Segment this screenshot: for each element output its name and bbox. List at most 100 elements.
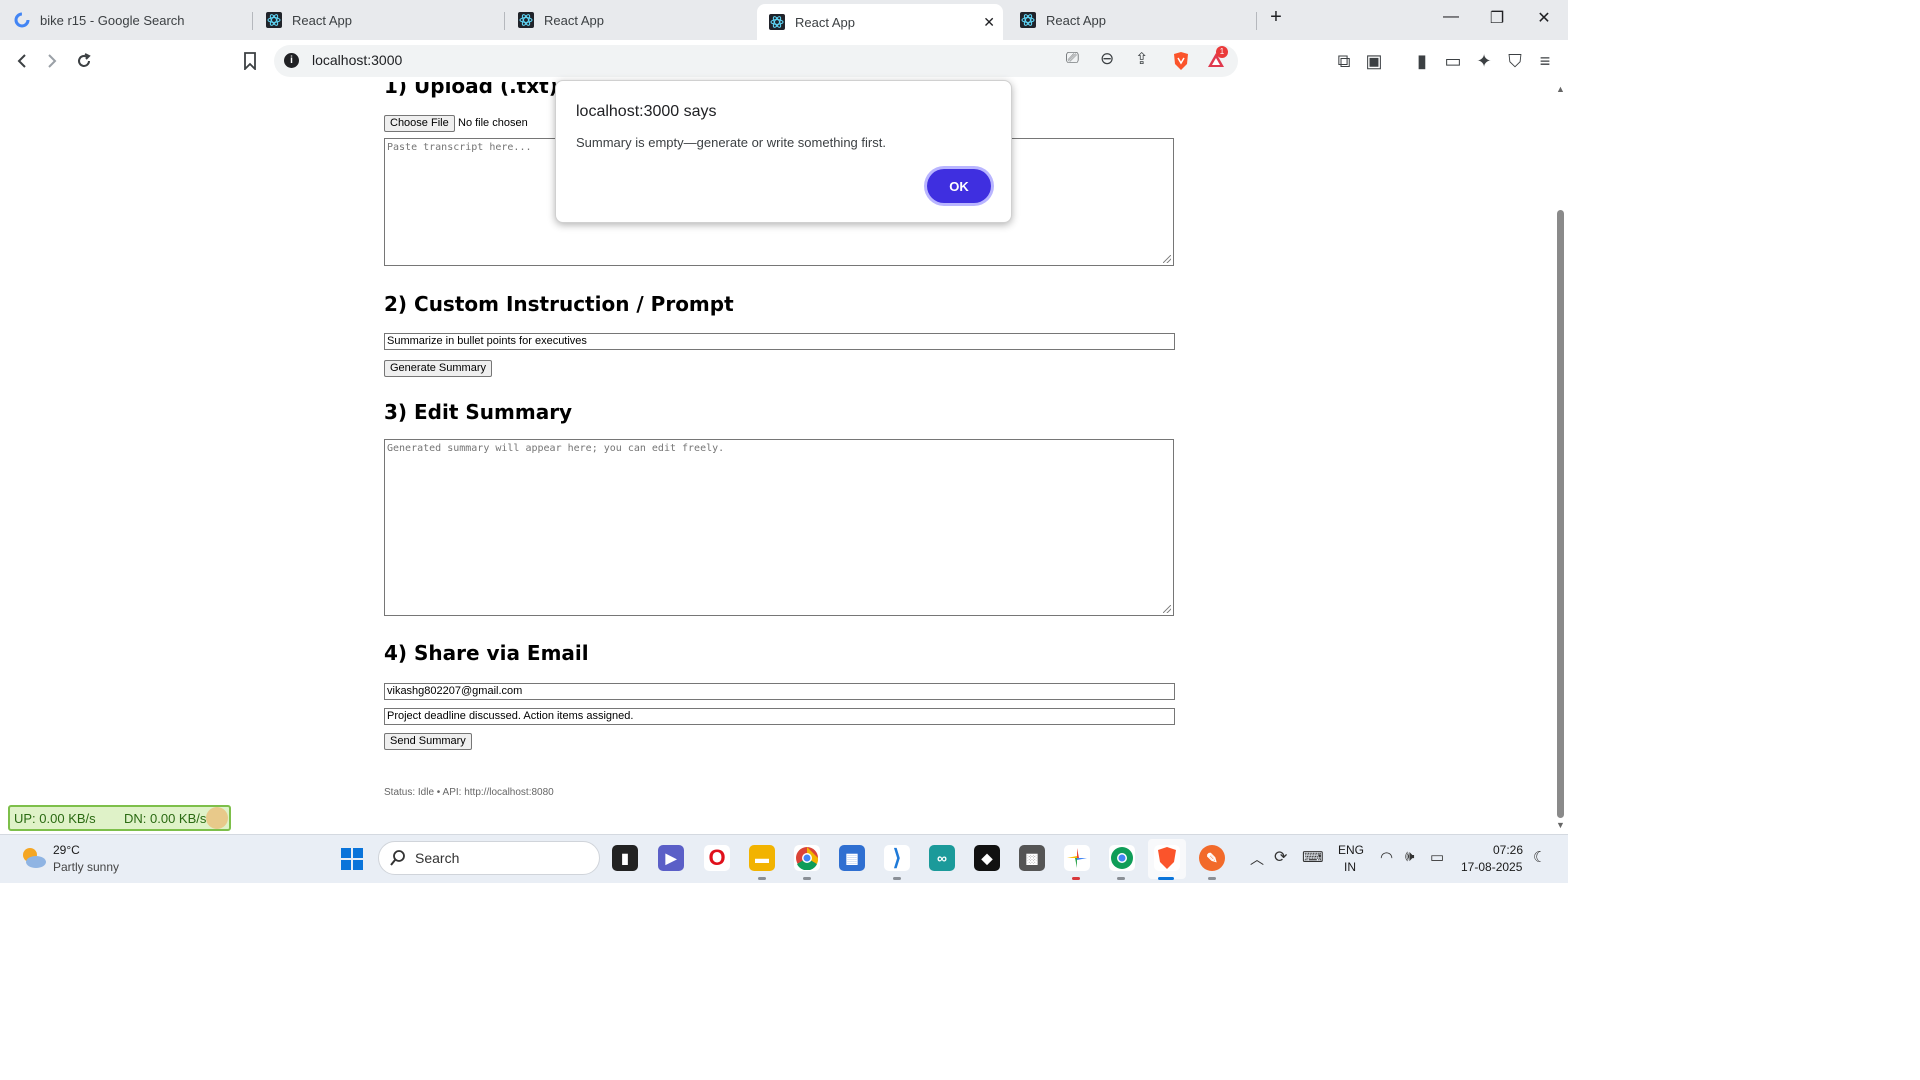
send-summary-button[interactable]: Send Summary: [384, 733, 472, 750]
transcript-placeholder: Paste transcript here...: [387, 142, 532, 153]
file-explorer-icon[interactable]: ▬: [749, 845, 775, 871]
ok-button[interactable]: OK: [927, 169, 991, 203]
lang-top[interactable]: ENG: [1338, 843, 1364, 857]
rewards-badge: 1: [1216, 46, 1228, 58]
back-icon[interactable]: [10, 49, 34, 73]
taskview-icon[interactable]: ▮: [612, 845, 638, 871]
chevron-up-icon[interactable]: ︿: [1250, 849, 1264, 869]
extensions-icon[interactable]: ⧉: [1332, 49, 1356, 73]
taskbar-search[interactable]: Search: [378, 841, 600, 875]
weather-icon[interactable]: [20, 845, 46, 871]
generate-summary-button[interactable]: Generate Summary: [384, 360, 492, 377]
search-label: Search: [415, 850, 460, 866]
tab-title: React App: [292, 12, 352, 28]
close-window-icon[interactable]: ✕: [1521, 8, 1567, 28]
sidebar-icon[interactable]: ▮: [1410, 49, 1434, 73]
forward-icon[interactable]: [40, 49, 64, 73]
react-icon: [1020, 12, 1036, 28]
teams-icon[interactable]: ▶: [658, 845, 684, 871]
postman-icon[interactable]: ✎: [1199, 845, 1225, 871]
clock-time[interactable]: 07:26: [1493, 843, 1523, 857]
tab-title: React App: [795, 14, 855, 30]
download-speed: DN: 0.00 KB/s: [124, 811, 207, 826]
status-text: Status: Idle • API: http://localhost:808…: [384, 787, 554, 798]
scroll-down-icon[interactable]: ▼: [1556, 820, 1565, 830]
section3-title: 3) Edit Summary: [384, 400, 573, 424]
tab-react-app-active[interactable]: React App ✕: [757, 4, 1003, 40]
mascot-icon: [206, 807, 228, 829]
arduino-icon[interactable]: ∞: [929, 845, 955, 871]
windows-taskbar: 29°C Partly sunny Search ▮ ▶ O ▬ ▦ ⟩ ∞ ◆…: [0, 834, 1568, 883]
weather-temp: 29°C: [53, 843, 80, 857]
address-bar[interactable]: i localhost:3000 ⎚ ⊖ ⇪ 1: [274, 45, 1238, 77]
prompt-input[interactable]: Summarize in bullet points for executive…: [384, 333, 1175, 350]
chrome-profile-icon[interactable]: [1109, 845, 1135, 871]
tab-title: React App: [544, 12, 604, 28]
section4-title: 4) Share via Email: [384, 641, 589, 665]
email-input[interactable]: vikashg802207@gmail.com: [384, 683, 1175, 700]
summary-textarea[interactable]: Generated summary will appear here; you …: [384, 439, 1174, 616]
brave-icon[interactable]: [1154, 845, 1180, 871]
lang-bottom[interactable]: IN: [1344, 860, 1356, 874]
react-icon: [518, 12, 534, 28]
minimize-icon[interactable]: —: [1428, 8, 1474, 26]
clock-date[interactable]: 17-08-2025: [1461, 860, 1522, 874]
react-icon: [266, 12, 282, 28]
close-tab-icon[interactable]: ✕: [983, 14, 995, 31]
alert-dialog: localhost:3000 says Summary is empty—gen…: [555, 80, 1012, 223]
start-icon[interactable]: [340, 847, 364, 871]
tab-title: bike r15 - Google Search: [40, 12, 185, 28]
store-icon[interactable]: ▦: [839, 845, 865, 871]
vpn-icon[interactable]: ⛉: [1503, 49, 1527, 73]
chrome-icon[interactable]: [794, 845, 820, 871]
reload-icon[interactable]: [72, 49, 96, 73]
scroll-up-icon[interactable]: ▲: [1556, 84, 1565, 94]
tab-react-app-2[interactable]: React App: [518, 4, 758, 36]
google-icon: [14, 12, 30, 28]
net-speed-meter: UP: 0.00 KB/s DN: 0.00 KB/s: [8, 805, 231, 831]
vscode-icon[interactable]: ⟩: [884, 845, 910, 871]
zoom-icon[interactable]: ⊖: [1100, 49, 1114, 69]
scroll-thumb[interactable]: [1557, 210, 1564, 818]
summary-placeholder: Generated summary will appear here; you …: [387, 443, 725, 454]
sync-icon[interactable]: ⟳: [1274, 847, 1287, 867]
subject-input[interactable]: Project deadline discussed. Action items…: [384, 708, 1175, 725]
restore-icon[interactable]: ❐: [1474, 8, 1520, 28]
photos-icon[interactable]: [1064, 845, 1090, 871]
share-icon[interactable]: ⇪: [1135, 49, 1148, 69]
cast-icon[interactable]: ⎚: [1066, 50, 1079, 68]
menu-icon[interactable]: ≡: [1533, 49, 1557, 73]
notification-icon[interactable]: ☾: [1533, 848, 1546, 866]
ai-icon[interactable]: ✦: [1472, 49, 1496, 73]
choose-file-button[interactable]: Choose File: [384, 115, 455, 132]
no-file-label: No file chosen: [458, 117, 528, 129]
dialog-title: localhost:3000 says: [576, 103, 717, 120]
leo-icon[interactable]: ▣: [1362, 49, 1386, 73]
dialog-message: Summary is empty—generate or write somet…: [576, 135, 886, 150]
battery-icon[interactable]: ▭: [1430, 848, 1444, 866]
keyboard-icon[interactable]: ⌨: [1302, 848, 1324, 866]
page-scrollbar[interactable]: ▲ ▼: [1553, 82, 1568, 834]
tab-strip: bike r15 - Google Search React App React…: [0, 0, 1568, 40]
tab-react-app-1[interactable]: React App: [266, 4, 506, 36]
tab-google-search[interactable]: bike r15 - Google Search: [14, 4, 254, 36]
bookmark-icon[interactable]: [238, 49, 262, 73]
search-icon: [389, 849, 407, 872]
tab-title: React App: [1046, 12, 1106, 28]
wallet-icon[interactable]: ▭: [1441, 49, 1465, 73]
wifi-icon[interactable]: ◠: [1380, 848, 1393, 866]
brave-shields-icon[interactable]: [1172, 51, 1190, 71]
tab-react-app-4[interactable]: React App: [1020, 4, 1260, 36]
site-info-icon[interactable]: i: [284, 53, 299, 68]
resize-handle-icon[interactable]: [1163, 605, 1171, 613]
section2-title: 2) Custom Instruction / Prompt: [384, 292, 734, 316]
opera-icon[interactable]: O: [704, 845, 730, 871]
app-icon[interactable]: ▩: [1019, 845, 1045, 871]
volume-icon[interactable]: 🕪: [1405, 848, 1414, 865]
weather-desc: Partly sunny: [53, 860, 120, 874]
figma-icon[interactable]: ◆: [974, 845, 1000, 871]
resize-handle-icon[interactable]: [1163, 255, 1171, 263]
react-icon: [769, 14, 785, 30]
brave-rewards-icon[interactable]: 1: [1206, 46, 1228, 71]
new-tab-icon[interactable]: +: [1253, 6, 1299, 29]
